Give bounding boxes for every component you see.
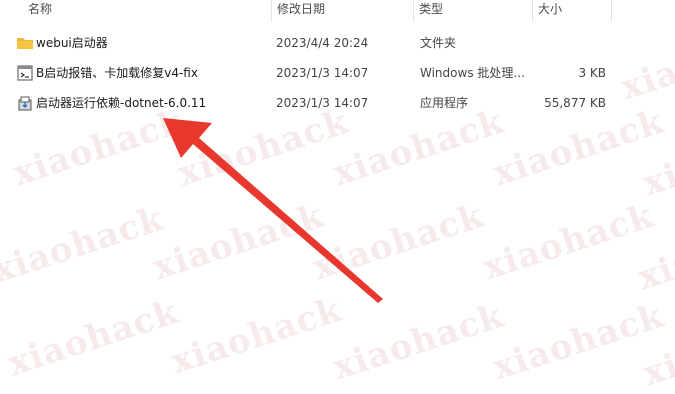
red-annotation-arrow bbox=[163, 118, 383, 303]
